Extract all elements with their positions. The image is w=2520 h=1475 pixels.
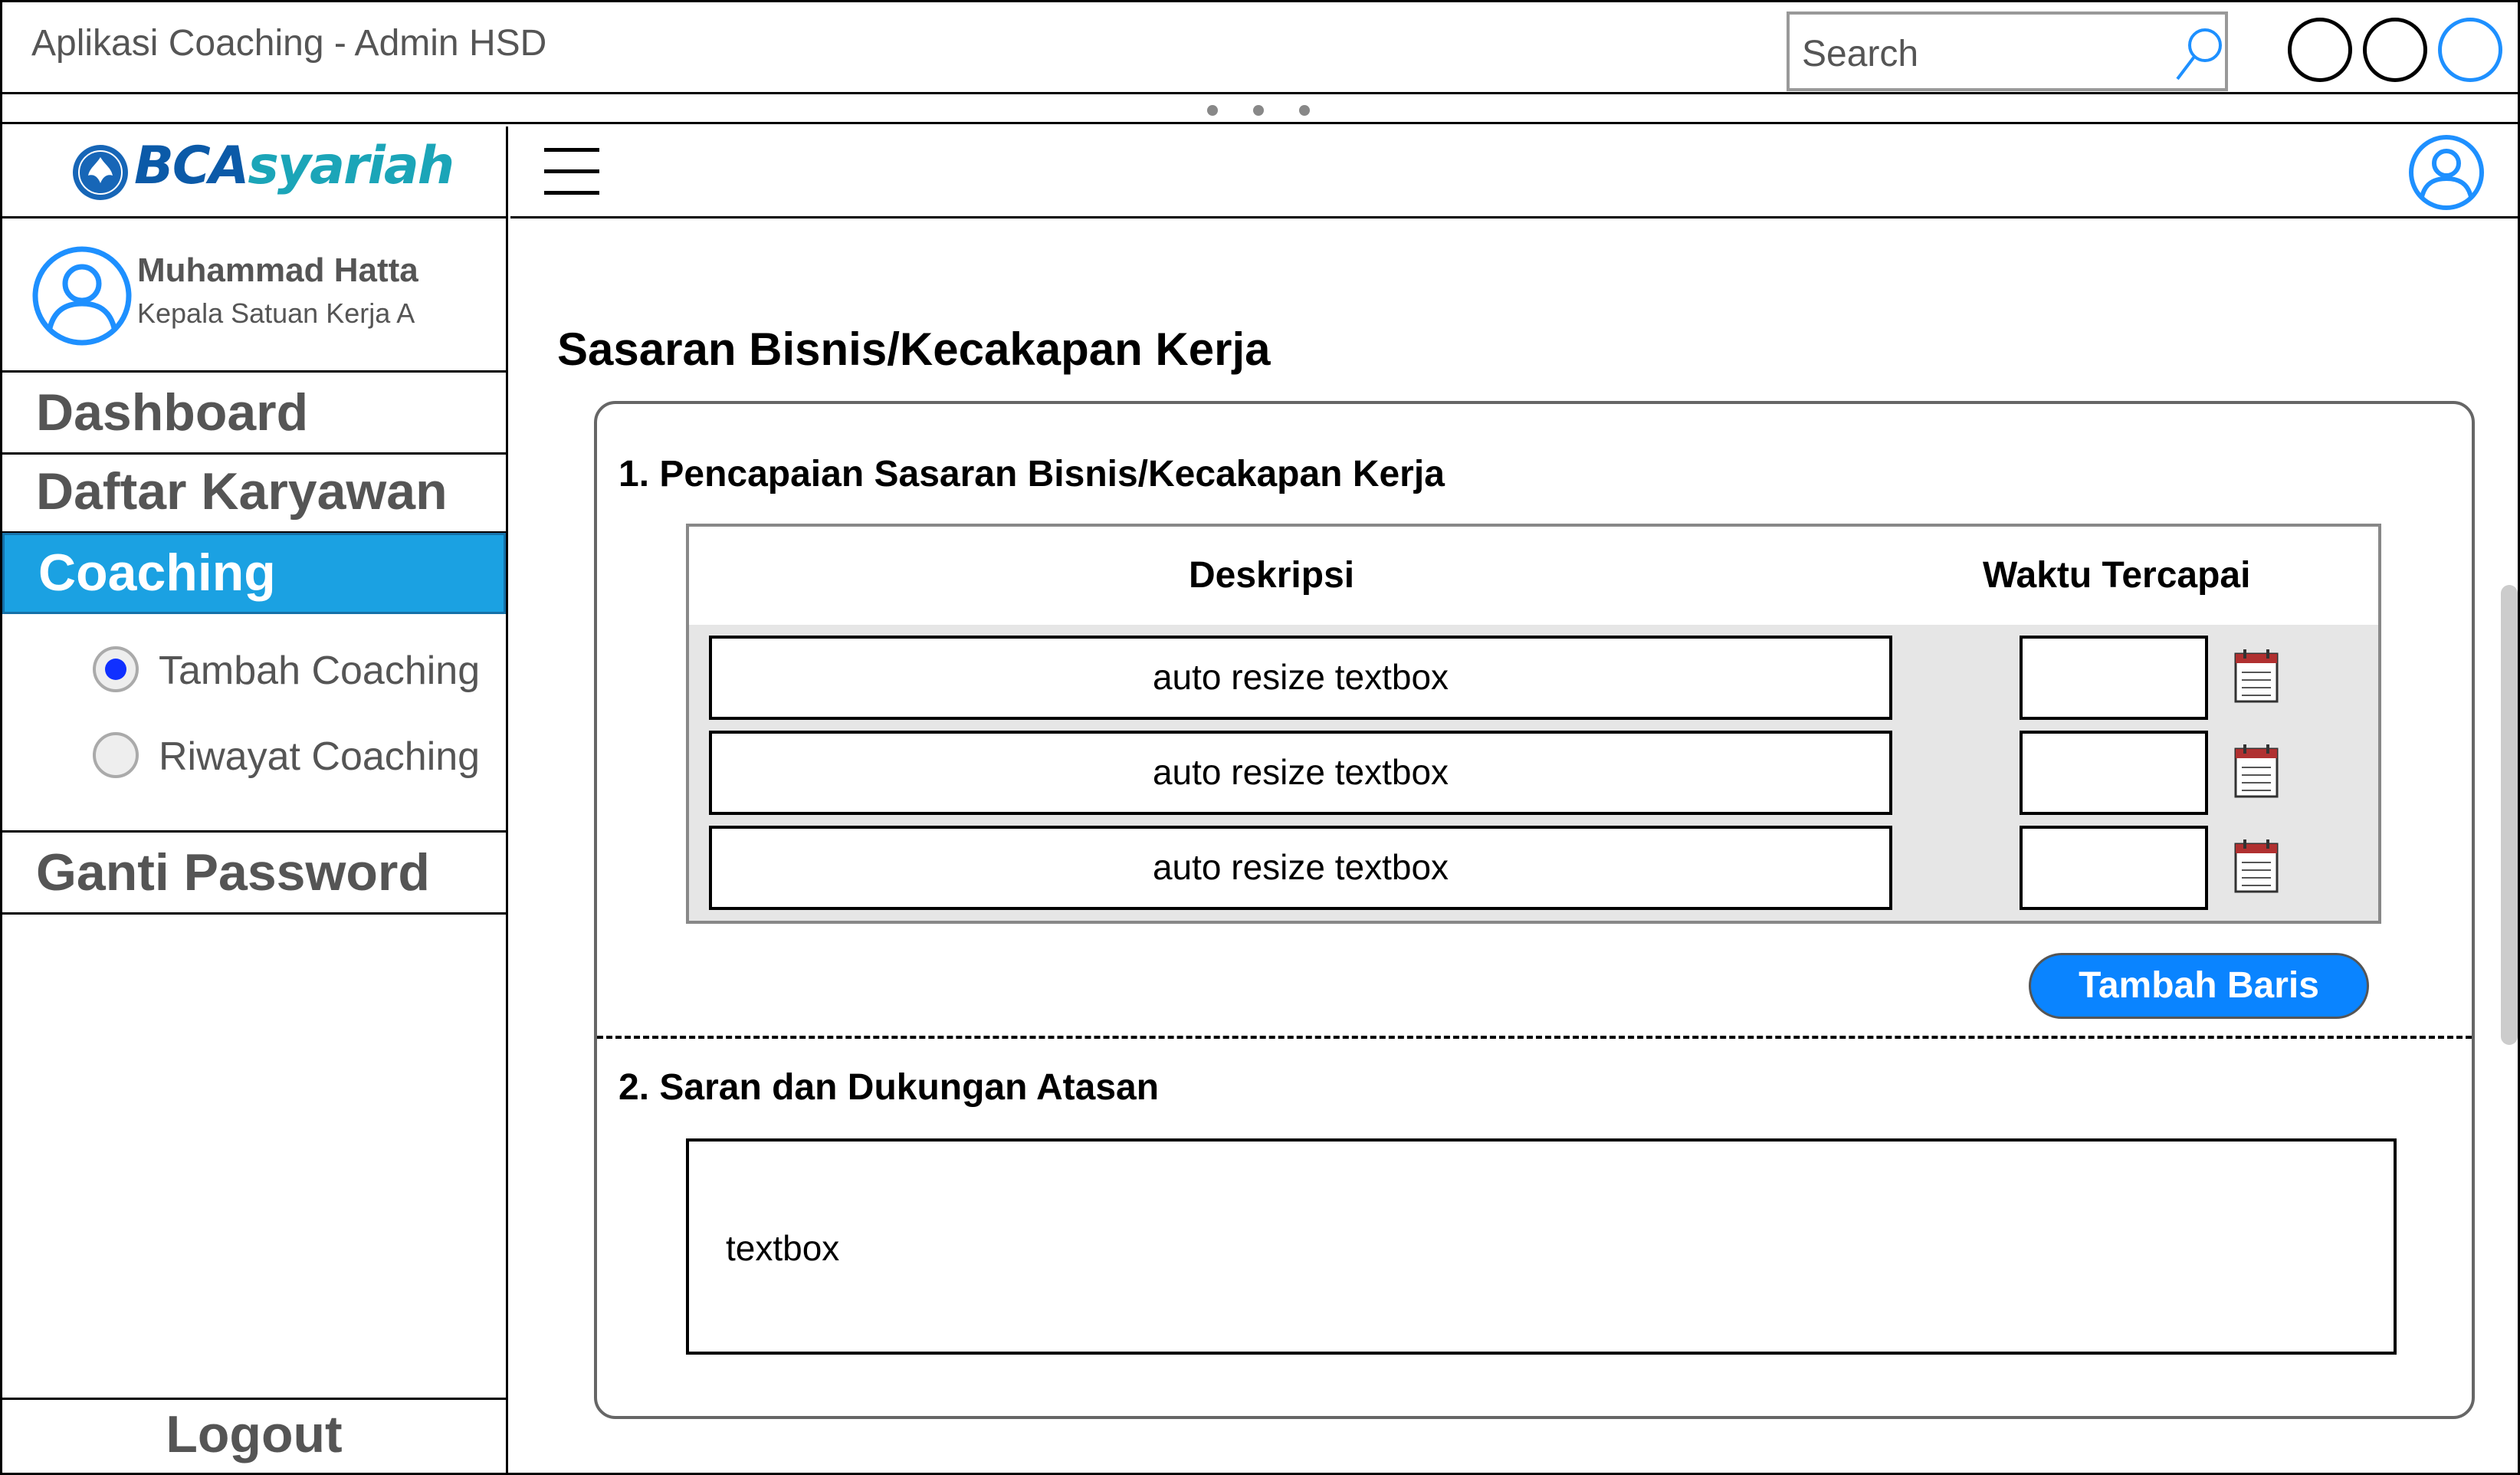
sidebar-item-daftar-karyawan[interactable]: Daftar Karyawan <box>2 454 506 534</box>
radio-selected-dot <box>105 659 126 680</box>
section-2-title: 2. Saran dan Dukungan Atasan <box>619 1066 1160 1109</box>
window-minimize-button[interactable] <box>2288 18 2352 82</box>
coaching-submenu: Tambah Coaching Riwayat Coaching <box>2 614 506 833</box>
handle-dot <box>1207 105 1218 116</box>
handle-dot <box>1299 105 1310 116</box>
bca-emblem-icon <box>73 145 128 200</box>
radio-riwayat-coaching[interactable] <box>93 732 139 778</box>
logo-area: BCAsyariah <box>2 126 506 218</box>
window-close-button[interactable] <box>2438 18 2502 82</box>
top-navbar <box>510 126 2518 218</box>
calendar-icon[interactable] <box>2233 741 2282 800</box>
date-input[interactable] <box>2020 826 2208 910</box>
title-bar: Aplikasi Coaching - Admin HSD <box>2 2 2518 94</box>
sidebar-item-dashboard[interactable]: Dashboard <box>2 375 506 455</box>
app-title: Aplikasi Coaching - Admin HSD <box>31 23 547 64</box>
hamburger-menu-icon[interactable] <box>544 148 599 195</box>
drag-handle-bar[interactable] <box>2 97 2518 124</box>
sidebar: BCAsyariah Muhammad Hatta Kepala Satuan … <box>2 126 508 1473</box>
calendar-icon[interactable] <box>2233 646 2282 705</box>
app-window: Aplikasi Coaching - Admin HSD BCAsyariah <box>0 0 2520 1475</box>
handle-dot <box>1253 105 1264 116</box>
user-role: Kepala Satuan Kerja A <box>137 297 415 329</box>
description-textbox[interactable]: auto resize textbox <box>709 826 1892 910</box>
logout-button[interactable]: Logout <box>2 1398 506 1473</box>
user-name: Muhammad Hatta <box>137 251 418 289</box>
calendar-icon[interactable] <box>2233 836 2282 895</box>
sidebar-item-coaching[interactable]: Coaching <box>2 533 506 614</box>
sidebar-item-ganti-password[interactable]: Ganti Password <box>2 835 506 915</box>
user-profile: Muhammad Hatta Kepala Satuan Kerja A <box>2 221 506 373</box>
advice-textbox[interactable]: textbox <box>686 1138 2397 1355</box>
window-maximize-button[interactable] <box>2363 18 2427 82</box>
description-textbox[interactable]: auto resize textbox <box>709 731 1892 815</box>
description-textbox[interactable]: auto resize textbox <box>709 636 1892 720</box>
date-input[interactable] <box>2020 636 2208 720</box>
search-input[interactable] <box>1800 31 2156 76</box>
date-input[interactable] <box>2020 731 2208 815</box>
vertical-scrollbar[interactable] <box>2501 585 2518 1045</box>
radio-tambah-coaching[interactable] <box>93 646 139 692</box>
section-1-title: 1. Pencapaian Sasaran Bisnis/Kecakapan K… <box>619 453 1445 495</box>
achievement-table: Deskripsi Waktu Tercapai auto resize tex… <box>686 524 2381 924</box>
profile-icon[interactable] <box>2408 134 2485 211</box>
company-logo: BCAsyariah <box>134 136 454 196</box>
column-header-deskripsi: Deskripsi <box>1189 555 1355 596</box>
column-header-waktu-tercapai: Waktu Tercapai <box>1983 555 2251 596</box>
user-avatar-icon <box>32 246 132 346</box>
page-title: Sasaran Bisnis/Kecakapan Kerja <box>557 324 1271 375</box>
add-row-button[interactable]: Tambah Baris <box>2029 953 2369 1019</box>
section-divider <box>597 1036 2472 1039</box>
submenu-item-tambah-coaching[interactable]: Tambah Coaching <box>159 648 480 694</box>
table-header: Deskripsi Waktu Tercapai <box>689 527 2378 625</box>
search-box[interactable] <box>1787 11 2228 91</box>
search-icon[interactable] <box>2173 25 2226 84</box>
submenu-item-riwayat-coaching[interactable]: Riwayat Coaching <box>159 734 480 780</box>
